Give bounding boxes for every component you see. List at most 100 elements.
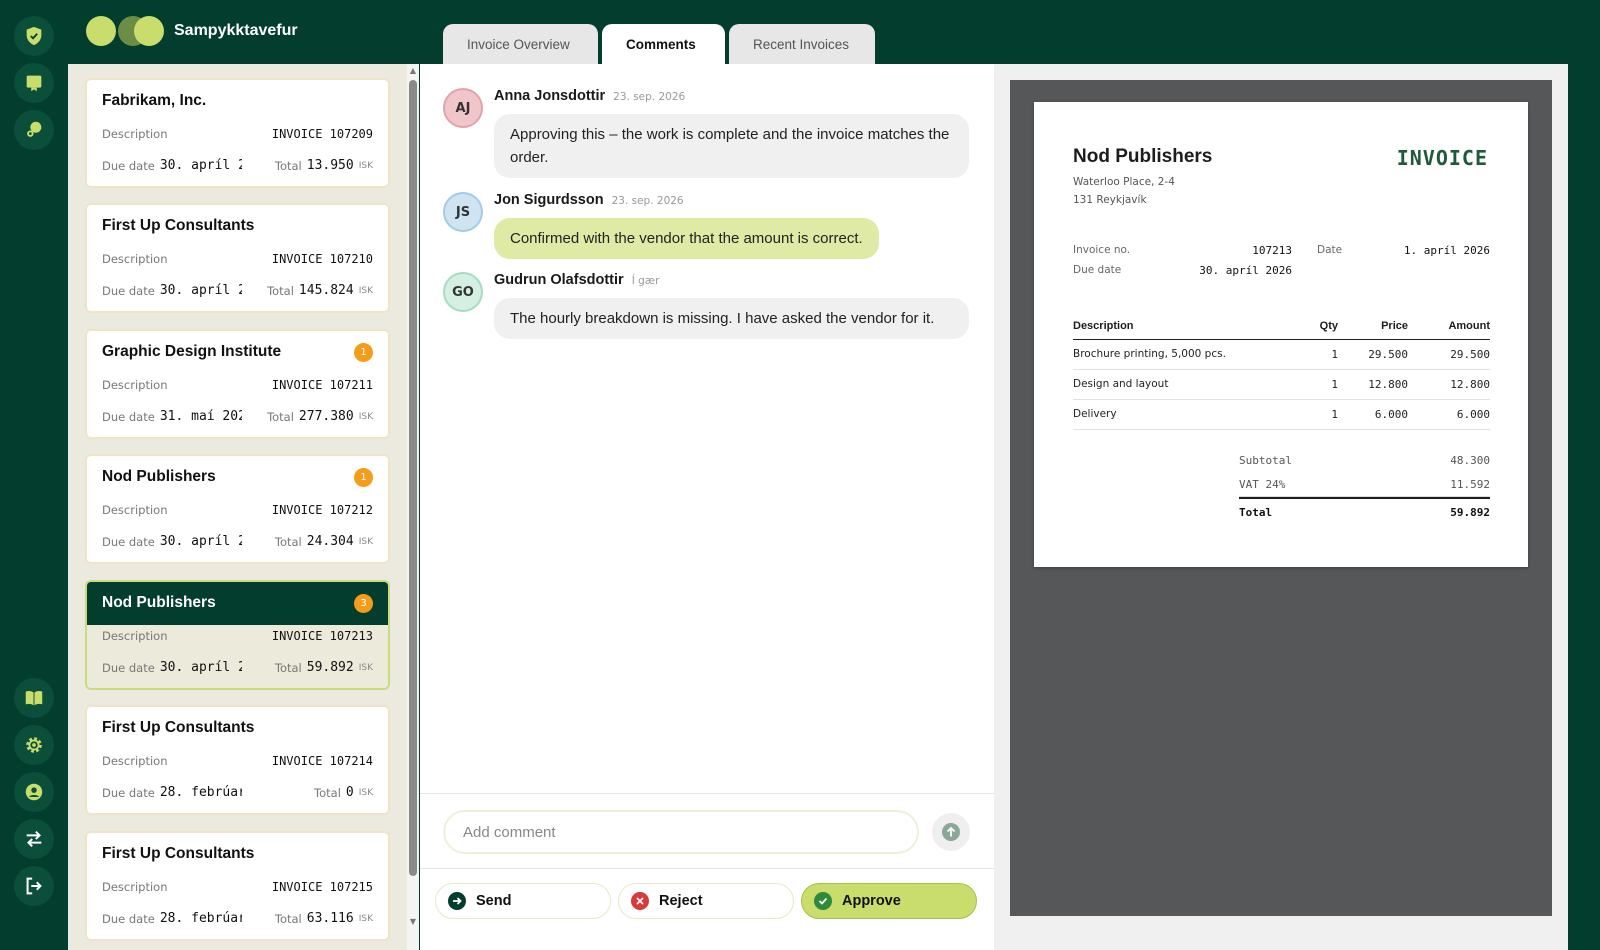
total-amount: 13.950 (306, 158, 354, 173)
table-row: Delivery 1 6.000 6.000 (1073, 399, 1490, 430)
book-icon[interactable] (14, 678, 54, 718)
comment-item: AJ Anna Jonsdottir 23. sep. 2026 Approvi… (443, 88, 973, 178)
description-label: Description (102, 127, 168, 141)
invoice-number: INVOICE 107212 (271, 503, 373, 517)
tab-bar: Invoice Overview Comments Recent Invoice… (443, 24, 875, 64)
currency: ISK (358, 411, 373, 422)
vendor-name: First Up Consultants (102, 217, 255, 234)
vendor-name: First Up Consultants (102, 845, 255, 862)
line-amount: 6.000 (1408, 399, 1490, 430)
tab-recent-invoices[interactable]: Recent Invoices (729, 24, 875, 64)
total-amount: 63.116 (306, 911, 354, 926)
invoice-card[interactable]: First Up Consultants Description INVOICE… (85, 203, 390, 313)
logo-dot-3 (134, 16, 164, 46)
send-button[interactable]: Send (435, 883, 611, 919)
due-date: 28. febrúar 2026 (159, 911, 242, 926)
description-label: Description (102, 629, 168, 643)
vendor-name: Graphic Design Institute (102, 343, 282, 360)
invoice-card[interactable]: Graphic Design Institute 1 Description I… (85, 329, 390, 439)
col-price: Price (1338, 313, 1408, 340)
invoice-number: INVOICE 107210 (271, 252, 373, 266)
avatar: GO (443, 272, 483, 312)
logout-icon[interactable] (14, 866, 54, 906)
line-qty: 1 (1293, 339, 1338, 370)
total-rule (1239, 497, 1490, 499)
description-label: Description (102, 252, 168, 266)
tab-comments[interactable]: Comments (602, 24, 725, 64)
vat-label: VAT 24% (1239, 478, 1286, 491)
due-label: Due date (102, 660, 155, 675)
invoice-card[interactable]: Nod Publishers 3 Description INVOICE 107… (85, 580, 390, 690)
description-label: Description (102, 503, 168, 517)
due-date: 30. apríl 2026 (159, 534, 242, 549)
invoice-preview-area: Nod Publishers INVOICE Waterloo Place, 2… (994, 64, 1568, 950)
subtotal-value: 48.300 (1450, 454, 1490, 467)
approve-label: Approve (842, 893, 901, 909)
due-label: Due date (102, 911, 155, 926)
invoice-card[interactable]: Nod Publishers 1 Description INVOICE 107… (85, 454, 390, 564)
user-icon[interactable] (14, 772, 54, 812)
comments-icon[interactable] (14, 110, 54, 150)
due-date: 30. apríl 2026 (159, 283, 242, 298)
reject-button[interactable]: Reject (618, 883, 794, 919)
comment-bubble: Approving this – the work is complete an… (494, 114, 969, 178)
gear-icon[interactable] (14, 725, 54, 765)
invoice-inbox-icon[interactable] (14, 63, 54, 103)
vendor-name: Nod Publishers (102, 468, 216, 485)
currency: ISK (358, 285, 373, 296)
invoice-number: INVOICE 107209 (271, 127, 373, 141)
col-description: Description (1073, 313, 1293, 340)
vendor-name: Fabrikam, Inc. (102, 92, 207, 109)
currency: ISK (358, 913, 373, 924)
line-desc: Delivery (1073, 399, 1293, 430)
currency: ISK (358, 536, 373, 547)
check-icon (814, 892, 832, 910)
line-qty: 1 (1293, 369, 1338, 400)
currency: ISK (358, 160, 373, 171)
comment-item: JS Jon Sigurdsson 23. sep. 2026 Confirme… (443, 192, 973, 262)
invoice-number: INVOICE 107215 (271, 880, 373, 894)
invoice-list-scrollbar[interactable]: ▲ ▼ (407, 64, 419, 950)
avatar: AJ (443, 88, 483, 128)
approve-shield-icon[interactable] (14, 16, 54, 56)
scroll-thumb[interactable] (409, 80, 417, 876)
comments-panel: AJ Anna Jonsdottir 23. sep. 2026 Approvi… (420, 64, 994, 950)
doc-title: INVOICE (1396, 146, 1488, 170)
doc-invoice-no-label: Invoice no. (1073, 244, 1131, 256)
tab-invoice-overview[interactable]: Invoice Overview (443, 24, 598, 64)
total-label: Total (274, 534, 302, 549)
total-amount: 24.304 (306, 534, 354, 549)
comment-date: Í gær (631, 275, 660, 287)
table-row: Brochure printing, 5,000 pcs. 1 29.500 2… (1073, 339, 1490, 370)
arrow-up-icon (942, 823, 960, 841)
invoice-number: INVOICE 107211 (271, 378, 373, 392)
total-amount: 0 (345, 785, 354, 800)
left-rail (0, 0, 68, 950)
invoice-document: Nod Publishers INVOICE Waterloo Place, 2… (1034, 102, 1528, 567)
invoice-number: INVOICE 107214 (271, 754, 373, 768)
comment-bubble: The hourly breakdown is missing. I have … (494, 298, 969, 339)
preview-viewer: Nod Publishers INVOICE Waterloo Place, 2… (1010, 80, 1552, 916)
scroll-up-arrow-icon[interactable]: ▲ (409, 67, 417, 75)
swap-icon[interactable] (14, 819, 54, 859)
send-comment-button[interactable] (932, 813, 970, 851)
due-label: Due date (102, 283, 155, 298)
due-label: Due date (102, 534, 155, 549)
description-label: Description (102, 754, 168, 768)
comment-input[interactable] (443, 810, 919, 854)
total-label: Total (1239, 506, 1273, 519)
currency: ISK (358, 662, 373, 673)
invoice-card[interactable]: Fabrikam, Inc. Description INVOICE 10720… (85, 78, 390, 188)
invoice-card[interactable]: First Up Consultants Description INVOICE… (85, 705, 390, 815)
total-amount: 277.380 (298, 409, 354, 424)
due-date: 31. maí 2026 (159, 409, 242, 424)
comment-author: Anna Jonsdottir (494, 88, 606, 104)
total-amount: 145.824 (298, 283, 354, 298)
doc-subtotal: Subtotal 48.300 (1239, 454, 1490, 467)
logo-dot-1 (86, 16, 116, 46)
total-label: Total (314, 785, 341, 800)
approve-button[interactable]: Approve (801, 883, 977, 919)
scroll-down-arrow-icon[interactable]: ▼ (409, 918, 417, 926)
vat-value: 11.592 (1450, 478, 1490, 491)
invoice-card[interactable]: First Up Consultants Description INVOICE… (85, 831, 390, 941)
